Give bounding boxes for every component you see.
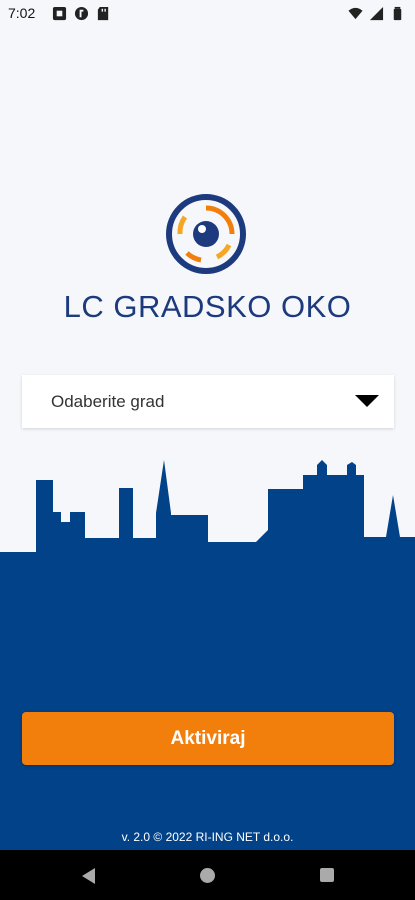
city-skyline-illustration [0,460,415,555]
status-notification-icons [52,6,111,21]
sd-card-icon [97,6,109,21]
back-icon[interactable] [82,868,95,884]
system-nav-bar [0,850,415,900]
city-select-dropdown[interactable]: Odaberite grad [22,375,394,428]
status-time: 7:02 [8,5,36,21]
recents-icon[interactable] [320,868,334,882]
status-system-icons [348,6,405,21]
footer-version-text: v. 2.0 © 2022 RI-ING NET d.o.o. [121,830,294,844]
activate-button[interactable]: Aktiviraj [22,712,394,765]
download-circle-icon [74,6,89,21]
blue-background-panel [0,552,415,850]
battery-icon [393,6,402,21]
eye-logo-icon [166,194,246,274]
home-icon[interactable] [200,868,215,883]
wifi-icon [348,7,363,20]
city-select-placeholder: Odaberite grad [51,392,165,411]
notification-square-icon [52,6,67,21]
signal-icon [369,6,384,21]
app-title: LC GRADSKO OKO [63,289,352,324]
status-bar: 7:02 [0,0,415,28]
dropdown-arrow-icon [355,395,379,407]
